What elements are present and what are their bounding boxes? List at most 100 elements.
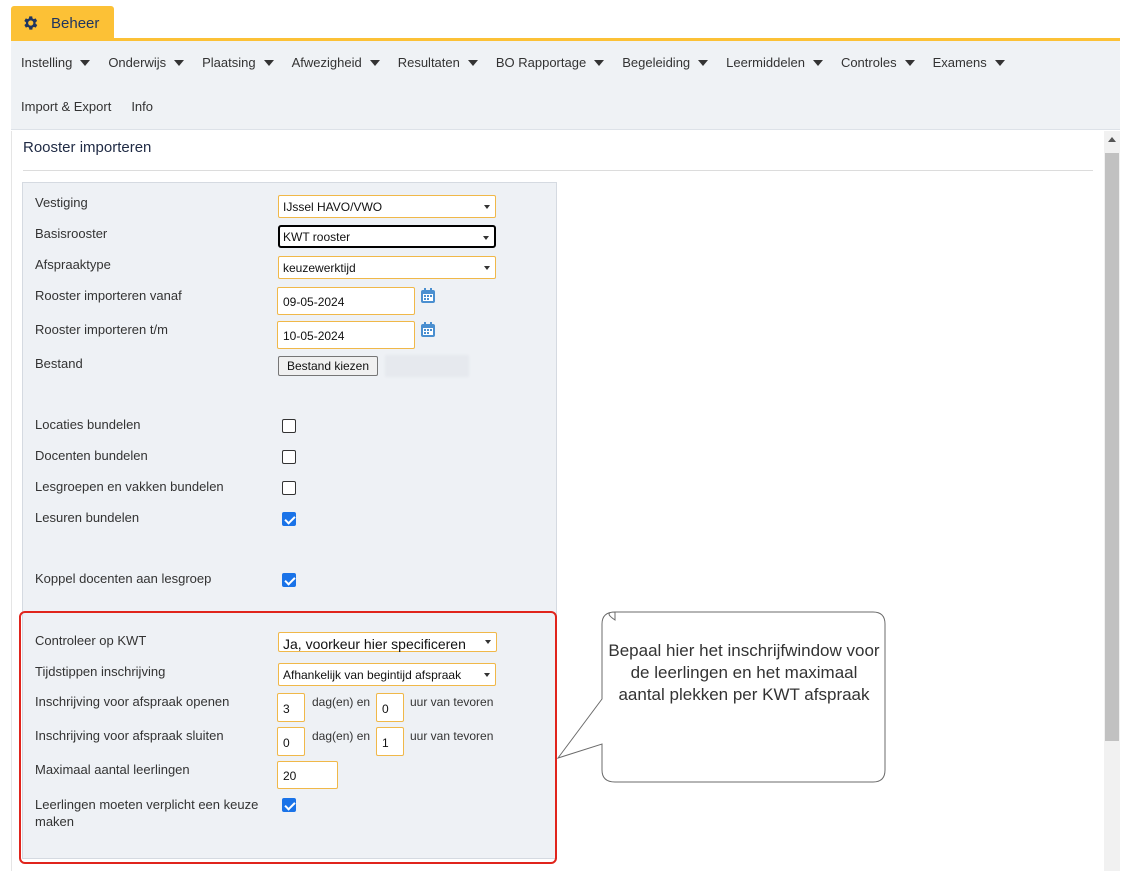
maximaal-label: Maximaal aantal leerlingen — [35, 762, 190, 777]
caret-down-icon — [812, 59, 823, 66]
scrollbar-thumb[interactable] — [1105, 153, 1119, 741]
caret-down-icon — [174, 59, 185, 66]
menu-item-label: Instelling — [21, 55, 73, 70]
lesgroepen-checkbox[interactable] — [282, 481, 296, 495]
caret-down-icon — [594, 59, 605, 66]
page-title: Rooster importeren — [23, 139, 152, 156]
openen-hours-suffix: uur van tevoren — [410, 695, 494, 709]
menu-item-label: Resultaten — [397, 55, 460, 70]
menu-item-info[interactable]: Info — [131, 99, 153, 114]
controleer-label: Controleer op KWT — [35, 633, 147, 648]
sluiten-days-suffix: dag(en) en — [312, 729, 371, 743]
menu-item-label: Leermiddelen — [726, 55, 805, 70]
menu-item-examens[interactable]: Examens — [933, 55, 1005, 70]
lesgroepen-label: Lesgroepen en vakken bundelen — [35, 479, 224, 494]
menu-item-import-export[interactable]: Import & Export — [21, 99, 111, 114]
calendar-icon[interactable] — [420, 287, 436, 304]
menu-item-label: Info — [131, 99, 153, 114]
docenten-checkbox[interactable] — [282, 450, 296, 464]
chevron-down-icon — [484, 205, 490, 209]
title-divider — [23, 170, 1093, 171]
locaties-label: Locaties bundelen — [35, 417, 141, 432]
controleer-value: Ja, voorkeur hier specificeren — [283, 636, 466, 652]
openen-days-input[interactable]: 3 — [277, 693, 305, 722]
menu-item-label: Onderwijs — [108, 55, 167, 70]
menu-item-label: BO Rapportage — [495, 55, 587, 70]
menu-item-bo-rapportage[interactable]: BO Rapportage — [495, 55, 605, 70]
calendar-icon[interactable] — [420, 321, 436, 338]
afspraaktype-label: Afspraaktype — [35, 257, 111, 272]
caret-down-icon — [80, 59, 91, 66]
menu-item-label: Import & Export — [21, 99, 112, 114]
sluiten-label: Inschrijving voor afspraak sluiten — [35, 728, 224, 743]
main-menu: Instelling Onderwijs Plaatsing Afwezigheid R… — [11, 41, 1120, 130]
openen-hours-input[interactable]: 0 — [376, 693, 404, 722]
chevron-down-icon — [484, 266, 490, 270]
verplicht-label: Leerlingen moeten verplicht een keuze ma… — [35, 797, 259, 829]
menu-item-plaatsing[interactable]: Plaatsing — [202, 55, 274, 70]
verplicht-checkbox[interactable] — [282, 798, 296, 812]
vanaf-label: Rooster importeren vanaf — [35, 288, 182, 303]
menu-row-2: Import & Export Info — [21, 99, 173, 114]
chevron-down-icon — [484, 673, 490, 677]
menu-row-1: Instelling Onderwijs Plaatsing Afwezigheid R… — [21, 55, 1023, 70]
vestiging-value: IJssel HAVO/VWO — [283, 200, 383, 214]
scroll-up-arrow-icon[interactable] — [1108, 137, 1116, 142]
menu-item-controles[interactable]: Controles — [841, 55, 915, 70]
basisrooster-value: KWT rooster — [283, 230, 351, 244]
controleer-select[interactable]: Ja, voorkeur hier specificeren — [278, 632, 497, 652]
locaties-checkbox[interactable] — [282, 419, 296, 433]
bestand-kiezen-button[interactable]: Bestand kiezen — [278, 356, 378, 376]
caret-down-icon — [994, 59, 1005, 66]
tijdstippen-value: Afhankelijk van begintijd afspraak — [283, 668, 462, 682]
afspraaktype-value: keuzewerktijd — [283, 261, 356, 275]
tab-beheer[interactable]: Beheer — [11, 6, 114, 40]
afspraaktype-select[interactable]: keuzewerktijd — [278, 256, 496, 279]
vertical-scrollbar[interactable] — [1104, 131, 1120, 871]
import-form-panel: Vestiging IJssel HAVO/VWO Basisrooster K… — [22, 182, 557, 859]
tm-label: Rooster importeren t/m — [35, 322, 168, 337]
caret-down-icon — [904, 59, 915, 66]
vestiging-select[interactable]: IJssel HAVO/VWO — [278, 195, 496, 218]
sluiten-hours-suffix: uur van tevoren — [410, 729, 494, 743]
caret-down-icon — [263, 59, 274, 66]
menu-item-instelling[interactable]: Instelling — [21, 55, 91, 70]
koppel-checkbox[interactable] — [282, 573, 296, 587]
openen-days-suffix: dag(en) en — [312, 695, 371, 709]
caret-down-icon — [467, 59, 478, 66]
bestand-label: Bestand — [35, 356, 83, 371]
openen-label: Inschrijving voor afspraak openen — [35, 694, 230, 709]
gear-icon — [24, 16, 38, 30]
docenten-label: Docenten bundelen — [35, 448, 148, 463]
sluiten-days-input[interactable]: 0 — [277, 727, 305, 756]
menu-item-leermiddelen[interactable]: Leermiddelen — [726, 55, 823, 70]
menu-item-label: Plaatsing — [202, 55, 256, 70]
caret-down-icon — [698, 59, 709, 66]
tm-date-input[interactable]: 10-05-2024 — [277, 321, 415, 349]
vanaf-date-input[interactable]: 09-05-2024 — [277, 287, 415, 315]
tab-label: Beheer — [51, 14, 100, 32]
callout-text: Bepaal hier het inschrijfwindow voor de … — [608, 641, 880, 704]
menu-item-onderwijs[interactable]: Onderwijs — [108, 55, 185, 70]
tijdstippen-label: Tijdstippen inschrijving — [35, 664, 166, 679]
basisrooster-select[interactable]: KWT rooster — [278, 225, 496, 248]
menu-item-label: Afwezigheid — [291, 55, 362, 70]
menu-item-afwezigheid[interactable]: Afwezigheid — [292, 55, 380, 70]
vestiging-label: Vestiging — [35, 195, 88, 210]
caret-down-icon — [369, 59, 380, 66]
koppel-label: Koppel docenten aan lesgroep — [35, 571, 212, 586]
lesuren-label: Lesuren bundelen — [35, 510, 140, 525]
menu-item-label: Examens — [932, 55, 987, 70]
menu-item-resultaten[interactable]: Resultaten — [398, 55, 478, 70]
menu-item-label: Controles — [840, 55, 897, 70]
maximaal-input[interactable]: 20 — [277, 761, 338, 789]
tijdstippen-select[interactable]: Afhankelijk van begintijd afspraak — [278, 663, 496, 686]
basisrooster-label: Basisrooster — [35, 226, 108, 241]
sluiten-hours-input[interactable]: 1 — [376, 727, 404, 756]
chevron-down-icon — [485, 640, 491, 644]
menu-item-label: Begeleiding — [622, 55, 691, 70]
chevron-down-icon — [483, 236, 489, 240]
menu-item-begeleiding[interactable]: Begeleiding — [622, 55, 709, 70]
selected-file-name — [385, 355, 469, 377]
lesuren-checkbox[interactable] — [282, 512, 296, 526]
